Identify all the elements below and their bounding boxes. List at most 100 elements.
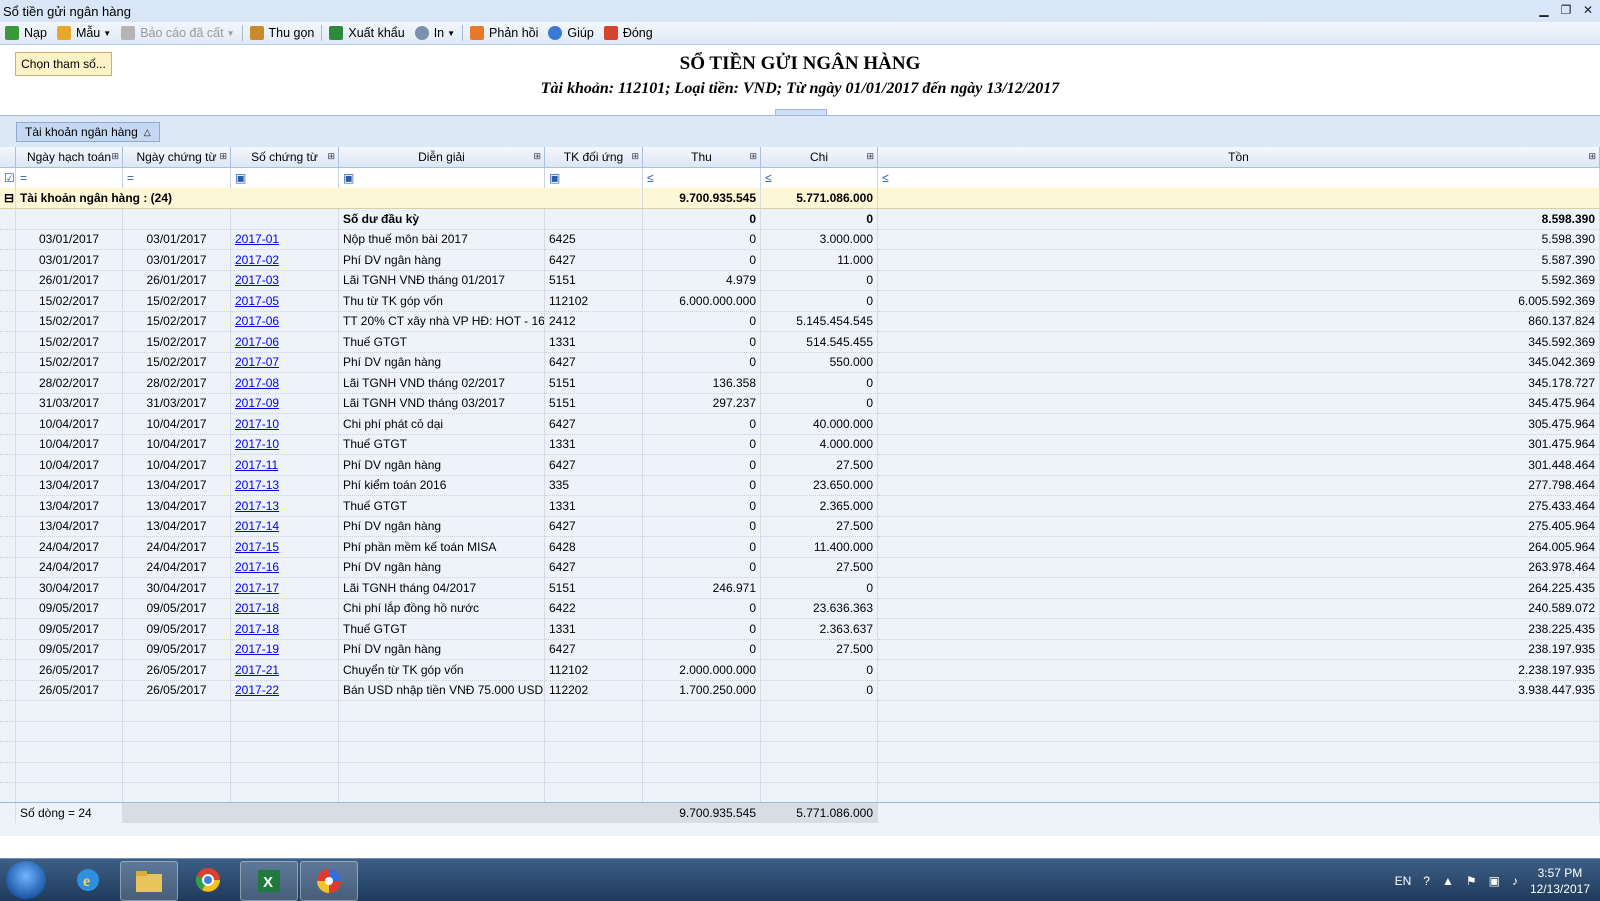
minimize-icon[interactable]: ▁ bbox=[1536, 2, 1552, 18]
col-voucher-no-cell[interactable]: 2017-11 bbox=[231, 454, 339, 476]
col-receipt-header[interactable]: Thu ⊞ bbox=[643, 147, 761, 168]
col-voucher-no-cell[interactable]: 2017-13 bbox=[231, 495, 339, 517]
col-voucher-date-filter[interactable]: = bbox=[123, 167, 231, 189]
excel-icon[interactable]: X bbox=[240, 861, 298, 901]
col-posting-date-filter[interactable]: = bbox=[16, 167, 123, 189]
ie-icon[interactable]: e bbox=[60, 861, 116, 899]
clock[interactable]: 3:57 PM 12/13/2017 bbox=[1530, 865, 1590, 897]
voucher-link[interactable]: 2017-06 bbox=[235, 314, 279, 328]
voucher-link[interactable]: 2017-09 bbox=[235, 396, 279, 410]
voucher-link[interactable]: 2017-07 bbox=[235, 355, 279, 369]
voucher-link[interactable]: 2017-06 bbox=[235, 335, 279, 349]
restore-icon[interactable]: ❐ bbox=[1558, 2, 1574, 18]
row-indicator[interactable] bbox=[0, 352, 16, 373]
voucher-link[interactable]: 2017-05 bbox=[235, 294, 279, 308]
col-voucher-no-cell[interactable]: 2017-19 bbox=[231, 639, 339, 660]
voucher-link[interactable]: 2017-13 bbox=[235, 499, 279, 513]
row-indicator[interactable] bbox=[0, 536, 16, 558]
print-button[interactable]: In ▼ bbox=[410, 23, 460, 43]
pin-icon[interactable]: ⊞ bbox=[1588, 151, 1596, 162]
voucher-link[interactable]: 2017-13 bbox=[235, 478, 279, 492]
voucher-link[interactable]: 2017-18 bbox=[235, 622, 279, 636]
col-voucher-no-cell[interactable]: 2017-10 bbox=[231, 413, 339, 435]
row-indicator[interactable] bbox=[0, 413, 16, 435]
feedback-button[interactable]: Phản hồi bbox=[465, 23, 543, 43]
col-voucher-no-cell[interactable]: 2017-16 bbox=[231, 557, 339, 578]
flag-icon[interactable]: ⚑ bbox=[1466, 874, 1477, 888]
col-voucher-no-cell[interactable]: 2017-13 bbox=[231, 475, 339, 496]
col-voucher-no-filter[interactable]: ▣ bbox=[231, 167, 339, 189]
col-voucher-no-cell[interactable]: 2017-22 bbox=[231, 680, 339, 701]
col-voucher-no-cell[interactable]: 2017-15 bbox=[231, 536, 339, 558]
help-tray-icon[interactable]: ? bbox=[1423, 874, 1430, 888]
row-indicator[interactable] bbox=[0, 311, 16, 332]
col-voucher-no-cell[interactable]: 2017-06 bbox=[231, 331, 339, 353]
col-voucher-no-cell[interactable]: 2017-02 bbox=[231, 249, 339, 271]
saved-reports-button[interactable]: Báo cáo đã cất ▼ bbox=[116, 23, 239, 43]
row-indicator[interactable] bbox=[0, 618, 16, 640]
col-voucher-no-cell[interactable]: 2017-01 bbox=[231, 229, 339, 250]
row-indicator[interactable] bbox=[0, 516, 16, 537]
row-indicator[interactable] bbox=[0, 270, 16, 291]
row-indicator[interactable] bbox=[0, 659, 16, 681]
row-indicator[interactable] bbox=[0, 475, 16, 496]
col-voucher-no-cell[interactable]: 2017-05 bbox=[231, 290, 339, 312]
misa-icon[interactable] bbox=[300, 861, 358, 901]
pin-icon[interactable]: ⊞ bbox=[866, 151, 874, 162]
col-voucher-no-cell[interactable]: 2017-18 bbox=[231, 618, 339, 640]
row-indicator[interactable] bbox=[0, 229, 16, 250]
col-voucher-no-cell[interactable]: 2017-08 bbox=[231, 372, 339, 394]
row-indicator[interactable] bbox=[0, 639, 16, 660]
col-description-header[interactable]: Diễn giải ⊞ bbox=[339, 147, 545, 168]
voucher-link[interactable]: 2017-22 bbox=[235, 683, 279, 697]
close-window-icon[interactable]: ✕ bbox=[1580, 2, 1596, 18]
row-indicator[interactable] bbox=[0, 495, 16, 517]
export-button[interactable]: Xuất khẩu bbox=[324, 23, 409, 43]
col-voucher-no-cell[interactable]: 2017-03 bbox=[231, 270, 339, 291]
row-indicator[interactable] bbox=[0, 290, 16, 312]
col-voucher-no-cell[interactable]: 2017-21 bbox=[231, 659, 339, 681]
voucher-link[interactable]: 2017-01 bbox=[235, 232, 279, 246]
filter-toggle-icon[interactable]: ☑ bbox=[0, 167, 16, 189]
col-receipt-filter[interactable]: ≤ bbox=[643, 167, 761, 189]
col-payment-header[interactable]: Chi ⊞ bbox=[761, 147, 878, 168]
voucher-link[interactable]: 2017-19 bbox=[235, 642, 279, 656]
pin-icon[interactable]: ⊞ bbox=[219, 151, 227, 162]
pin-icon[interactable]: ⊞ bbox=[533, 151, 541, 162]
col-voucher-no-cell[interactable]: 2017-06 bbox=[231, 311, 339, 332]
voucher-link[interactable]: 2017-02 bbox=[235, 253, 279, 267]
row-indicator[interactable] bbox=[0, 331, 16, 353]
pin-icon[interactable]: ⊞ bbox=[111, 151, 119, 162]
volume-icon[interactable]: ♪ bbox=[1512, 874, 1518, 888]
template-button[interactable]: Mẫu ▼ bbox=[52, 23, 116, 43]
collapse-button[interactable]: Thu gọn bbox=[245, 23, 320, 43]
help-button[interactable]: Giúp bbox=[543, 23, 598, 43]
row-indicator[interactable] bbox=[0, 372, 16, 394]
row-indicator[interactable] bbox=[0, 249, 16, 271]
voucher-link[interactable]: 2017-03 bbox=[235, 273, 279, 287]
col-voucher-no-cell[interactable]: 2017-07 bbox=[231, 352, 339, 373]
col-voucher-date-header[interactable]: Ngày chứng từ ⊞ bbox=[123, 147, 231, 168]
language-indicator[interactable]: EN bbox=[1395, 874, 1412, 888]
col-contra-account-header[interactable]: TK đối ứng ⊞ bbox=[545, 147, 643, 168]
col-contra-account-filter[interactable]: ▣ bbox=[545, 167, 643, 189]
col-posting-date-header[interactable]: Ngày hạch toán ⊞ bbox=[16, 147, 123, 168]
voucher-link[interactable]: 2017-15 bbox=[235, 540, 279, 554]
col-voucher-no-header[interactable]: Số chứng từ ⊞ bbox=[231, 147, 339, 168]
explorer-icon[interactable] bbox=[120, 861, 178, 901]
col-payment-filter[interactable]: ≤ bbox=[761, 167, 878, 189]
row-indicator[interactable] bbox=[0, 598, 16, 619]
voucher-link[interactable]: 2017-21 bbox=[235, 663, 279, 677]
voucher-link[interactable]: 2017-17 bbox=[235, 581, 279, 595]
group-tag-bank-account[interactable]: Tài khoản ngân hàng △ bbox=[16, 122, 160, 142]
col-balance-filter[interactable]: ≤ bbox=[878, 167, 1600, 189]
col-description-filter[interactable]: ▣ bbox=[339, 167, 545, 189]
row-indicator[interactable] bbox=[0, 454, 16, 476]
row-indicator[interactable] bbox=[0, 577, 16, 599]
reload-button[interactable]: Nạp bbox=[0, 23, 52, 43]
pin-icon[interactable]: ⊞ bbox=[327, 151, 335, 162]
show-hidden-icons-icon[interactable]: ▲ bbox=[1442, 874, 1454, 888]
close-button[interactable]: Đóng bbox=[599, 23, 658, 43]
row-indicator[interactable] bbox=[0, 393, 16, 414]
voucher-link[interactable]: 2017-10 bbox=[235, 417, 279, 431]
